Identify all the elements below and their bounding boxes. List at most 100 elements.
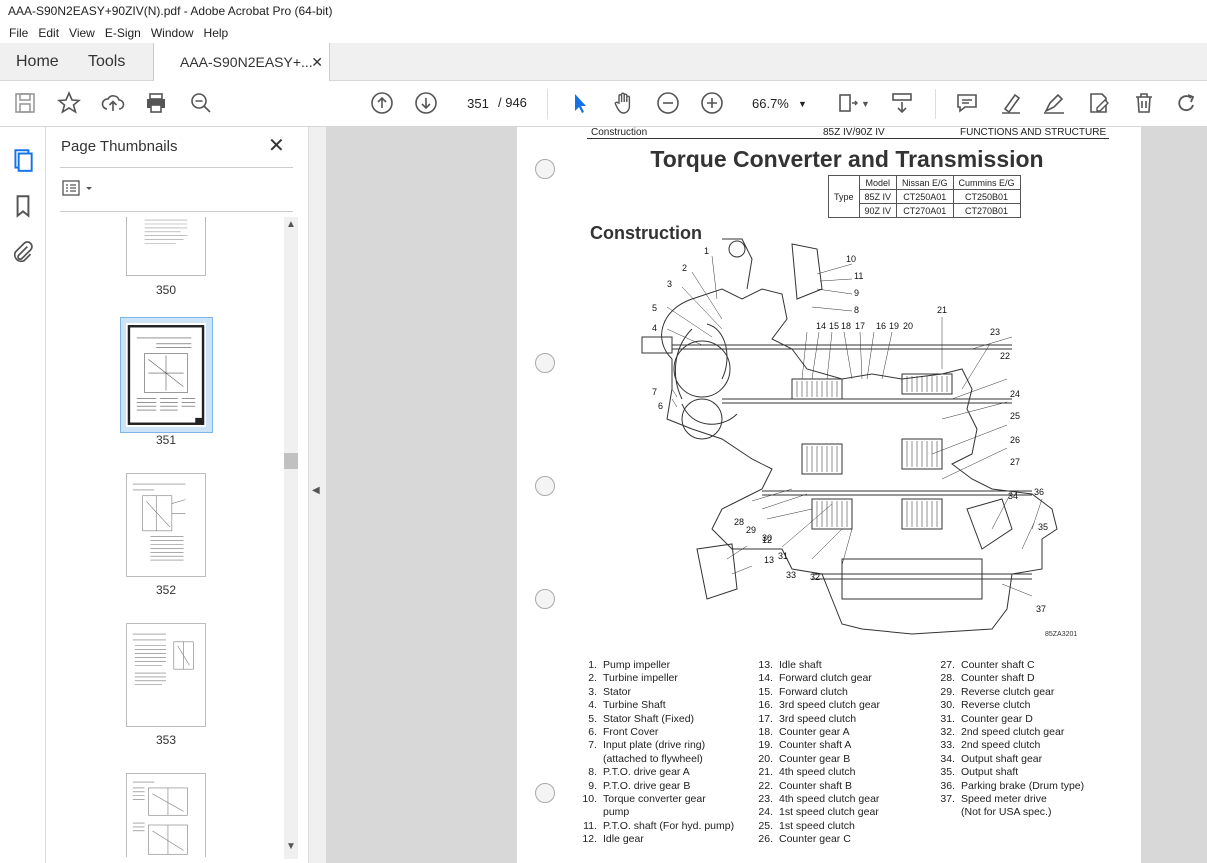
zoom-in-icon[interactable] <box>699 91 725 117</box>
attachments-paperclip-icon[interactable] <box>10 239 36 265</box>
hand-tool-icon[interactable] <box>611 91 637 117</box>
page-thumbnail[interactable] <box>126 773 206 857</box>
item-text: Forward clutch <box>779 685 848 698</box>
tab-document[interactable]: AAA-S90N2EASY+... ✕ <box>153 43 330 81</box>
item-text: pump <box>603 806 630 819</box>
menu-edit[interactable]: Edit <box>33 26 64 40</box>
page-title: Torque Converter and Transmission <box>650 146 1044 172</box>
thumbnail-scrollbar[interactable]: ▲ ▼ <box>284 217 298 859</box>
panel-title: Page Thumbnails <box>61 138 178 155</box>
highlight-pen-icon[interactable] <box>998 91 1024 117</box>
bookmarks-icon[interactable] <box>10 193 36 219</box>
callout-label: 37 <box>1036 604 1046 614</box>
item-number: 7. <box>588 739 597 752</box>
item-text: Reverse clutch <box>961 699 1031 712</box>
callout-label: 31 <box>778 551 788 561</box>
prev-page-icon[interactable] <box>369 91 395 117</box>
item-text: Counter gear D <box>961 712 1033 725</box>
menu-bar: File Edit View E-Sign Window Help <box>0 22 1207 43</box>
callout-label: 26 <box>1010 435 1020 445</box>
thumbnail-options-button[interactable] <box>62 180 102 198</box>
panel-collapse-handle[interactable]: ◀ <box>309 127 326 863</box>
zoom-level: 66.7% <box>752 96 789 111</box>
item-number: 15. <box>758 685 773 698</box>
page-thumbnail-selected[interactable] <box>126 323 206 427</box>
rotate-icon[interactable] <box>1174 91 1200 117</box>
callout-label: 10 <box>846 254 856 264</box>
callout-label: 7 <box>652 387 657 397</box>
parts-list-item: 4. Turbine Shaft <box>575 699 734 712</box>
parts-list-item: 1. Pump impeller <box>575 659 734 672</box>
menu-file[interactable]: File <box>4 26 33 40</box>
page-number-input[interactable]: 351 <box>459 93 497 115</box>
scrollbar-thumb[interactable] <box>284 453 298 469</box>
item-text: 4th speed clutch gear <box>779 793 880 806</box>
item-text: Front Cover <box>603 726 659 739</box>
item-number: 26. <box>758 833 773 846</box>
page-fit-icon[interactable] <box>834 91 860 117</box>
page-thumbnail[interactable] <box>126 623 206 727</box>
zoom-search-icon[interactable] <box>188 91 214 117</box>
menu-esign[interactable]: E-Sign <box>100 26 146 40</box>
close-icon[interactable]: ✕ <box>268 133 285 158</box>
item-text: (Not for USA spec.) <box>961 806 1052 819</box>
save-icon[interactable] <box>12 91 38 117</box>
tab-tools[interactable]: Tools <box>88 43 125 81</box>
callout-label: 35 <box>1038 522 1048 532</box>
zoom-out-icon[interactable] <box>655 91 681 117</box>
item-text: Stator Shaft (Fixed) <box>603 712 695 725</box>
sign-icon[interactable] <box>1041 91 1067 117</box>
page-thumbnails-icon[interactable] <box>10 147 36 173</box>
parts-list-column-3: 27. Counter shaft C 28. Counter shaft D 29. R… <box>933 659 1084 820</box>
item-number <box>575 806 597 819</box>
table-cell: 85Z IV <box>858 189 898 204</box>
print-icon[interactable] <box>143 91 169 117</box>
callout-label: 32 <box>810 572 820 582</box>
item-number: 27. <box>940 659 955 671</box>
callout-label: 24 <box>1010 389 1020 399</box>
zoom-level-dropdown[interactable]: 66.7% ▼ <box>740 93 810 115</box>
callout-label: 19 <box>889 321 899 331</box>
parts-list-item: 14. Forward clutch gear <box>751 672 880 685</box>
collapse-arrow-icon[interactable]: ◀ <box>312 485 320 496</box>
callout-label: 17 <box>855 321 865 331</box>
next-page-icon[interactable] <box>413 91 439 117</box>
upload-cloud-icon[interactable] <box>100 91 126 117</box>
tab-home[interactable]: Home <box>16 43 59 81</box>
menu-window[interactable]: Window <box>146 26 199 40</box>
parts-list-item: 36. Parking brake (Drum type) <box>933 780 1084 793</box>
page-thumbnail[interactable] <box>126 473 206 577</box>
menu-view[interactable]: View <box>64 26 100 40</box>
page-thumbnail[interactable] <box>126 217 206 276</box>
scroll-mode-icon[interactable] <box>889 91 915 117</box>
type-table: Type Model Nissan E/G Cummins E/G 85Z IV CT2… <box>828 175 1021 218</box>
pdf-page: Construction 85Z IV/90Z IV FUNCTIONS AND… <box>517 127 1141 863</box>
item-number: 36. <box>940 779 955 792</box>
tab-close-icon[interactable]: ✕ <box>311 43 323 81</box>
item-text: Counter shaft B <box>779 779 852 792</box>
scroll-down-icon[interactable]: ▼ <box>286 841 296 852</box>
comment-icon[interactable] <box>954 91 980 117</box>
window-title: AAA-S90N2EASY+90ZIV(N).pdf - Adobe Acrob… <box>8 4 333 18</box>
parts-list-item: 12. Idle gear <box>575 833 734 846</box>
bookmark-star-icon[interactable] <box>56 90 82 117</box>
callout-label: 27 <box>1010 457 1020 467</box>
item-text: 2nd speed clutch <box>961 739 1041 752</box>
chevron-down-icon[interactable]: ▼ <box>861 99 870 109</box>
document-view[interactable]: Construction 85Z IV/90Z IV FUNCTIONS AND… <box>326 127 1207 863</box>
item-number <box>575 753 597 766</box>
edit-pdf-icon[interactable] <box>1086 91 1112 117</box>
item-text: Counter gear C <box>779 833 851 846</box>
scroll-up-icon[interactable]: ▲ <box>286 219 296 230</box>
parts-list-item: 3. Stator <box>575 686 734 699</box>
parts-list-item: 27. Counter shaft C <box>933 659 1084 672</box>
parts-list-item: 34. Output shaft gear <box>933 753 1084 766</box>
callout-label: 9 <box>854 288 859 298</box>
select-cursor-icon[interactable] <box>567 91 593 117</box>
item-number: 31. <box>940 712 955 725</box>
delete-trash-icon[interactable] <box>1131 91 1157 117</box>
menu-help[interactable]: Help <box>199 26 234 40</box>
item-number: 28. <box>940 672 955 685</box>
item-text: 4th speed clutch <box>779 766 856 779</box>
toolbar-divider <box>547 89 548 119</box>
